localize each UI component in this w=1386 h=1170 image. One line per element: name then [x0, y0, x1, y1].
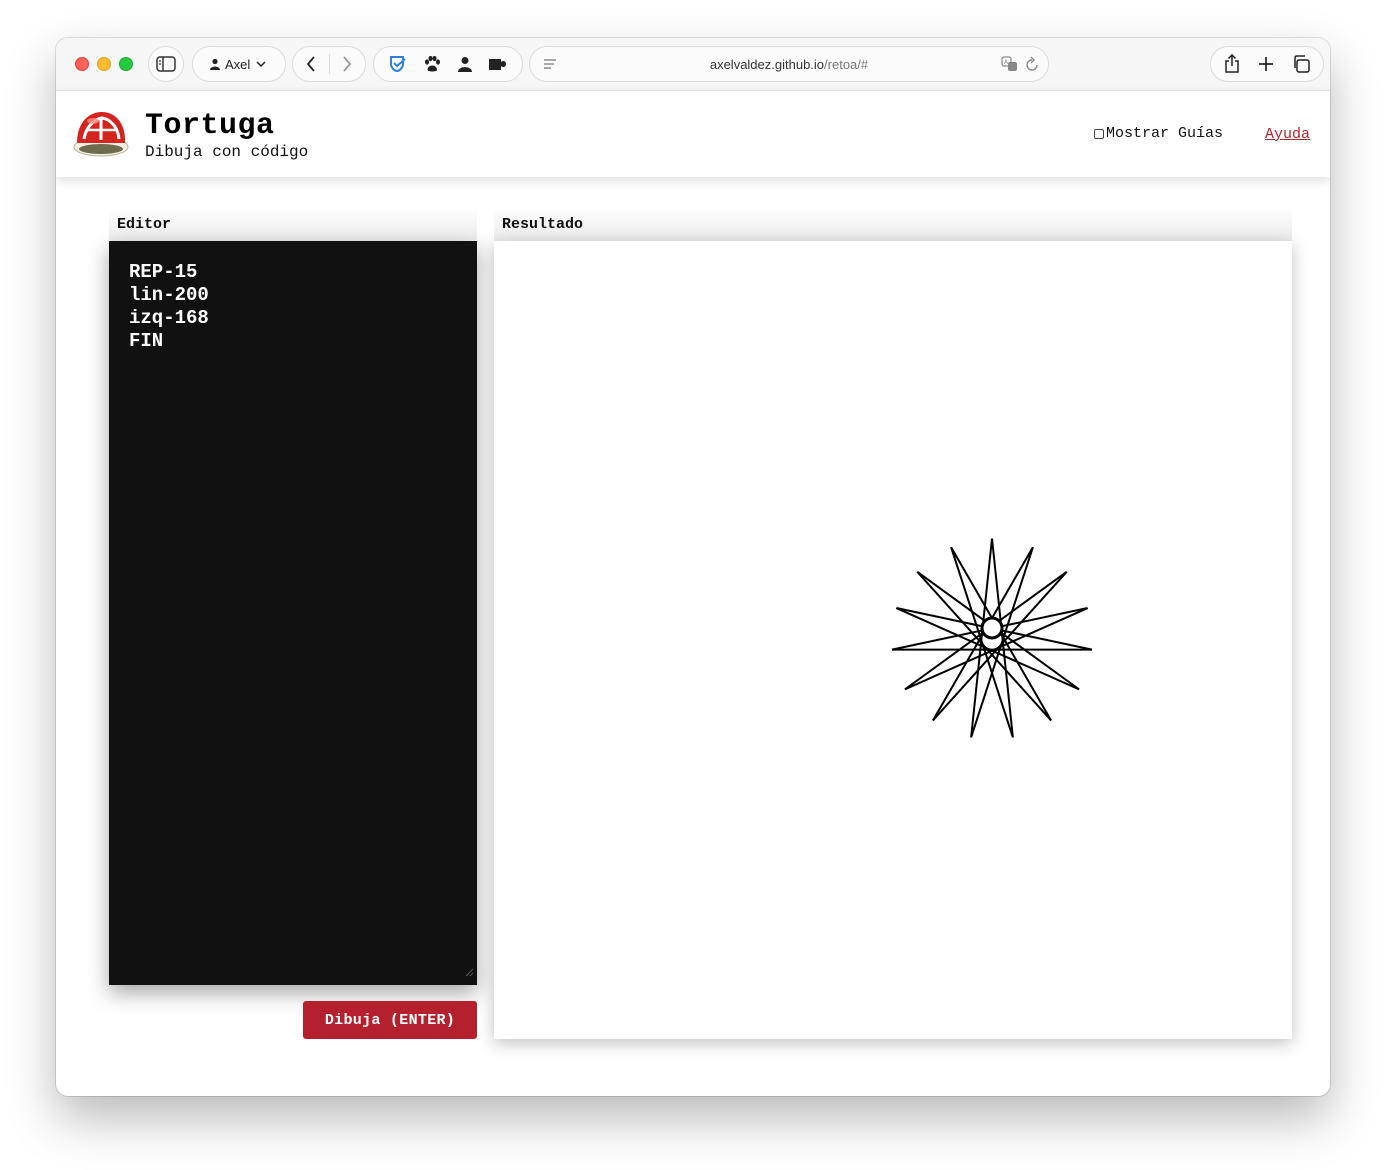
- draw-button[interactable]: Dibuja (ENTER): [303, 1001, 477, 1039]
- show-guides-checkbox[interactable]: [1094, 128, 1104, 139]
- extensions-group: [373, 46, 523, 82]
- code-editor[interactable]: REP-15 lin-200 izq-168 FIN: [109, 241, 477, 985]
- back-button[interactable]: [293, 47, 329, 81]
- turtle-shell-logo: [72, 109, 130, 159]
- url-host: axelvaldez.github.io: [709, 57, 825, 72]
- editor-heading: Editor: [109, 209, 477, 241]
- person-icon: [209, 58, 221, 70]
- chevron-down-icon: [256, 60, 266, 68]
- app-title: Tortuga: [145, 109, 275, 143]
- result-heading: Resultado: [494, 209, 1292, 241]
- history-nav: [292, 46, 366, 82]
- resize-grip-icon[interactable]: [464, 964, 474, 982]
- turtle-drawing: [891, 538, 1093, 738]
- code-line: izq-168: [129, 307, 209, 329]
- show-guides-label: Mostrar Guías: [1106, 125, 1224, 142]
- drawing-canvas[interactable]: [494, 241, 1292, 1039]
- zoom-window-button[interactable]: [119, 57, 133, 71]
- person-extension-icon[interactable]: [457, 56, 473, 72]
- url-text: axelvaldez.github.io/retoa/#: [530, 57, 1048, 72]
- sidebar-toggle-button[interactable]: [148, 46, 184, 82]
- share-icon[interactable]: [1224, 54, 1240, 74]
- close-window-button[interactable]: [75, 57, 89, 71]
- paw-extension-icon[interactable]: [423, 55, 441, 73]
- turtle-cursor: [980, 616, 1004, 640]
- chevron-left-icon: [306, 56, 315, 72]
- reload-icon[interactable]: [1025, 56, 1039, 77]
- translate-icon[interactable]: A: [1001, 56, 1019, 77]
- show-guides-toggle[interactable]: Mostrar Guías: [1094, 125, 1223, 142]
- puzzle-extension-icon[interactable]: [488, 56, 508, 72]
- browser-toolbar: Axel axelvaldez.github.io/retoa/# A: [56, 38, 1330, 91]
- app-subtitle: Dibuja con código: [145, 143, 309, 161]
- code-line: lin-200: [129, 284, 209, 306]
- help-link[interactable]: Ayuda: [1265, 126, 1310, 143]
- forward-button[interactable]: [329, 47, 365, 81]
- browser-window: Axel axelvaldez.github.io/retoa/# A Tort…: [56, 38, 1330, 1096]
- app-header: Tortuga Dibuja con código Mostrar Guías …: [56, 91, 1330, 177]
- tab-overview-icon[interactable]: [1292, 55, 1310, 73]
- url-path: /retoa/#: [824, 57, 869, 72]
- shield-extension-icon[interactable]: [388, 55, 408, 73]
- minimize-window-button[interactable]: [97, 57, 111, 71]
- code-line: REP-15: [129, 261, 198, 283]
- window-actions: [1210, 46, 1324, 82]
- new-tab-plus-icon[interactable]: [1258, 56, 1274, 72]
- address-bar[interactable]: axelvaldez.github.io/retoa/# A: [529, 46, 1049, 82]
- profile-label: Axel: [225, 56, 251, 72]
- chevron-right-icon: [343, 56, 352, 72]
- code-line: FIN: [129, 330, 164, 352]
- profile-button[interactable]: Axel: [192, 46, 286, 82]
- sidebar-icon: [156, 56, 176, 72]
